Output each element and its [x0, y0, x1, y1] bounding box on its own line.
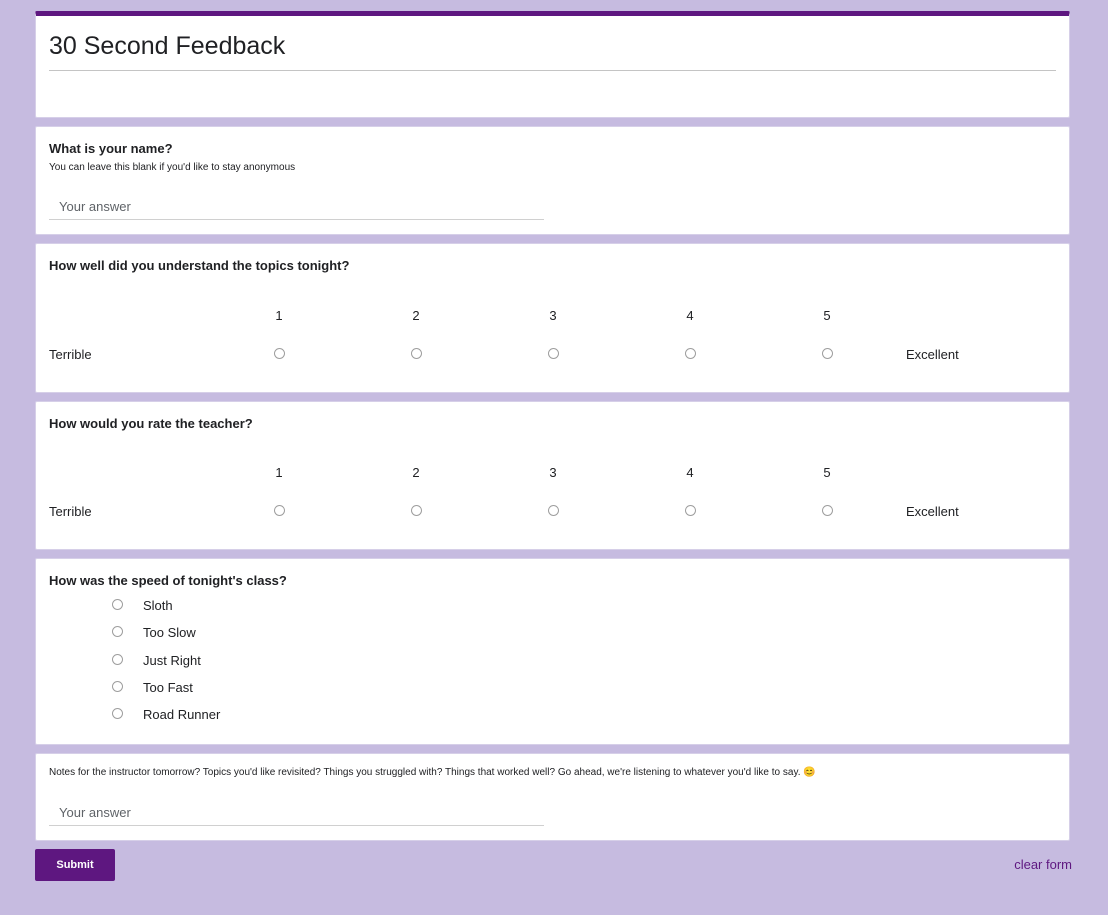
- teacher-radio-2[interactable]: [411, 505, 422, 516]
- scale-number-3: 3: [549, 308, 557, 323]
- submit-button[interactable]: Submit: [35, 849, 115, 881]
- question-notes-title: Notes for the instructor tomorrow? Topic…: [49, 767, 816, 778]
- form-header-card: 30 Second Feedback: [35, 11, 1070, 118]
- scale-number-1: 1: [275, 465, 283, 480]
- teacher-radio-5[interactable]: [822, 505, 833, 516]
- topics-radio-5[interactable]: [822, 348, 833, 359]
- speed-radio-road-runner[interactable]: [112, 708, 123, 719]
- topics-radio-3[interactable]: [548, 348, 559, 359]
- topics-radio-2[interactable]: [411, 348, 422, 359]
- speed-option-too-fast[interactable]: Too Fast: [143, 680, 193, 695]
- teacher-radio-1[interactable]: [274, 505, 285, 516]
- teacher-radio-4[interactable]: [685, 505, 696, 516]
- scale-number-3: 3: [549, 465, 557, 480]
- speed-radio-just-right[interactable]: [112, 654, 123, 665]
- question-teacher-title: How would you rate the teacher?: [49, 416, 253, 431]
- question-topics-title: How well did you understand the topics t…: [49, 258, 350, 273]
- question-speed-card: How was the speed of tonight's class? Sl…: [35, 558, 1070, 745]
- speed-option-too-slow[interactable]: Too Slow: [143, 625, 196, 640]
- topics-radio-1[interactable]: [274, 348, 285, 359]
- speed-option-sloth[interactable]: Sloth: [143, 598, 173, 613]
- question-name-title: What is your name?: [49, 141, 173, 156]
- speed-option-just-right[interactable]: Just Right: [143, 653, 201, 668]
- teacher-radio-3[interactable]: [548, 505, 559, 516]
- scale-number-1: 1: [275, 308, 283, 323]
- title-divider: [49, 70, 1056, 71]
- scale-max-label: Excellent: [906, 504, 959, 519]
- scale-min-label: Terrible: [49, 504, 92, 519]
- question-name-help: You can leave this blank if you'd like t…: [49, 162, 296, 173]
- question-name-card: What is your name? You can leave this bl…: [35, 126, 1070, 235]
- notes-input[interactable]: [49, 800, 544, 826]
- speed-radio-sloth[interactable]: [112, 599, 123, 610]
- question-notes-card: Notes for the instructor tomorrow? Topic…: [35, 753, 1070, 841]
- name-input[interactable]: [49, 194, 544, 220]
- scale-number-2: 2: [412, 465, 420, 480]
- scale-number-4: 4: [686, 308, 694, 323]
- speed-option-road-runner[interactable]: Road Runner: [143, 707, 220, 722]
- scale-number-2: 2: [412, 308, 420, 323]
- scale-number-5: 5: [823, 465, 831, 480]
- scale-number-4: 4: [686, 465, 694, 480]
- topics-radio-4[interactable]: [685, 348, 696, 359]
- clear-form-link[interactable]: clear form: [1014, 857, 1072, 872]
- scale-number-5: 5: [823, 308, 831, 323]
- question-speed-title: How was the speed of tonight's class?: [49, 573, 287, 588]
- question-topics-card: How well did you understand the topics t…: [35, 243, 1070, 393]
- speed-radio-too-slow[interactable]: [112, 626, 123, 637]
- question-teacher-card: How would you rate the teacher? Terrible…: [35, 401, 1070, 550]
- speed-radio-too-fast[interactable]: [112, 681, 123, 692]
- scale-min-label: Terrible: [49, 347, 92, 362]
- form-title: 30 Second Feedback: [49, 32, 286, 60]
- scale-max-label: Excellent: [906, 347, 959, 362]
